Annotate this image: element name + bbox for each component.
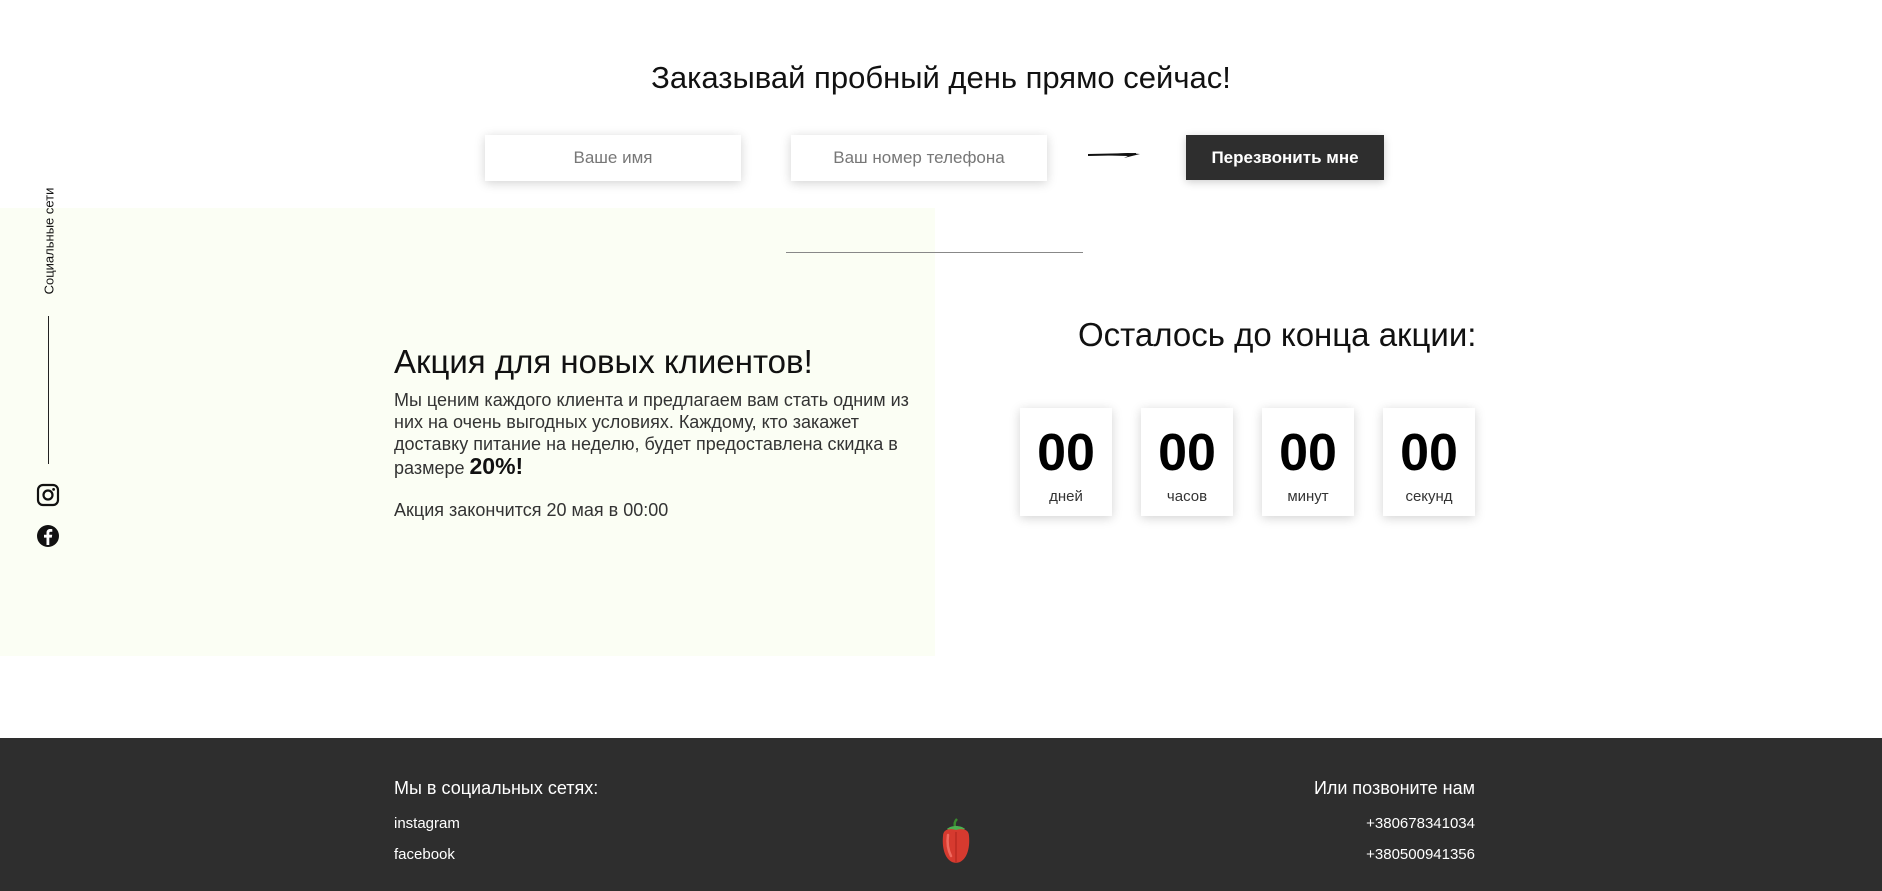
countdown-hours: 00 часов xyxy=(1141,408,1233,516)
trial-title: Заказывай пробный день прямо сейчас! xyxy=(651,59,1231,95)
promo-description: Мы ценим каждого клиента и предлагаем ва… xyxy=(394,389,924,479)
callback-button[interactable]: Перезвонить мне xyxy=(1186,135,1384,180)
countdown-unit: дней xyxy=(1049,488,1083,505)
phone-input[interactable] xyxy=(791,135,1047,181)
countdown-days: 00 дней xyxy=(1020,408,1112,516)
countdown-unit: минут xyxy=(1287,488,1329,505)
section-divider xyxy=(786,252,1083,253)
footer-phone-1[interactable]: +380678341034 xyxy=(1366,815,1475,832)
promo-title: Акция для новых клиентов! xyxy=(394,343,813,381)
countdown-seconds: 00 секунд xyxy=(1383,408,1475,516)
sidebar-social-label: Социальные сети xyxy=(41,187,57,295)
facebook-icon[interactable] xyxy=(36,524,60,548)
instagram-icon[interactable] xyxy=(36,483,60,507)
countdown-value: 00 xyxy=(1158,424,1216,482)
countdown-unit: секунд xyxy=(1405,488,1453,505)
countdown-minutes: 00 минут xyxy=(1262,408,1354,516)
promo-end-date: Акция закончится 20 мая в 00:00 xyxy=(394,500,669,520)
sidebar-line xyxy=(48,316,49,464)
promo-discount: 20%! xyxy=(469,453,524,479)
countdown-unit: часов xyxy=(1166,488,1208,505)
countdown-value: 00 xyxy=(1400,424,1458,482)
name-input[interactable] xyxy=(485,135,741,181)
pepper-icon xyxy=(942,818,970,863)
countdown-title: Осталось до конца акции: xyxy=(1078,316,1477,353)
countdown-value: 00 xyxy=(1037,424,1095,482)
arrow-icon xyxy=(1088,153,1140,158)
footer: Мы в социальных сетях: instagram faceboo… xyxy=(0,738,1882,891)
footer-social-heading: Мы в социальных сетях: xyxy=(394,778,599,798)
countdown-value: 00 xyxy=(1279,424,1337,482)
footer-phone-2[interactable]: +380500941356 xyxy=(1366,846,1475,863)
footer-instagram-link[interactable]: instagram xyxy=(394,815,460,832)
footer-call-heading: Или позвоните нам xyxy=(1313,778,1475,798)
footer-facebook-link[interactable]: facebook xyxy=(394,846,455,863)
